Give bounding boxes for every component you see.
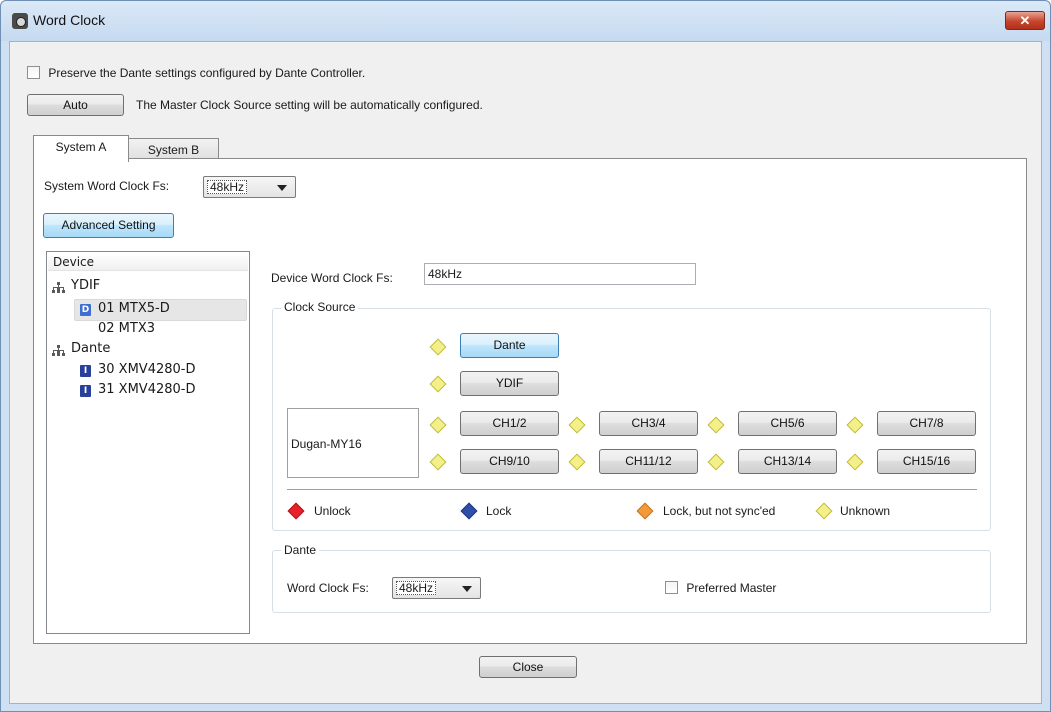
window-title: Word Clock: [33, 12, 106, 28]
ch11-12-button[interactable]: CH11/12: [599, 449, 698, 474]
device-icon: I: [80, 365, 91, 377]
tree-item-30-xmv4280-d[interactable]: 30 XMV4280-D: [98, 362, 195, 377]
auto-description: The Master Clock Source setting will be …: [136, 98, 483, 112]
preserve-dante-settings-label: Preserve the Dante settings configured b…: [48, 65, 366, 80]
chevron-down-icon: [277, 185, 287, 191]
tree-item-31-xmv4280-d[interactable]: 31 XMV4280-D: [98, 382, 195, 397]
device-word-clock-field: 48kHz: [424, 263, 696, 285]
checkbox-box[interactable]: [665, 581, 678, 595]
tree-item-01-mtx5-d[interactable]: 01 MTX5-D: [98, 301, 170, 316]
preserve-dante-settings-checkbox[interactable]: Preserve the Dante settings configured b…: [27, 65, 365, 80]
dante-group: [272, 550, 991, 613]
legend-divider: [287, 489, 977, 490]
ch7-8-button[interactable]: CH7/8: [877, 411, 976, 436]
system-word-clock-select[interactable]: 48kHz: [203, 176, 296, 198]
tree-item-02-mtx3[interactable]: 02 MTX3: [98, 321, 155, 336]
ch5-6-button[interactable]: CH5/6: [738, 411, 837, 436]
advanced-setting-button[interactable]: Advanced Setting: [43, 213, 174, 238]
preferred-master-label: Preferred Master: [686, 580, 777, 595]
slot-name-box: Dugan-MY16: [287, 408, 419, 478]
network-icon: [52, 345, 65, 357]
device-tree-header: Device: [48, 253, 248, 271]
dante-group-title: Dante: [281, 543, 320, 557]
ch15-16-button[interactable]: CH15/16: [877, 449, 976, 474]
dante-clock-button[interactable]: Dante: [460, 333, 559, 358]
device-icon: I: [80, 385, 91, 397]
ch3-4-button[interactable]: CH3/4: [599, 411, 698, 436]
ydif-clock-button[interactable]: YDIF: [460, 371, 559, 396]
system-word-clock-value: 48kHz: [207, 180, 248, 194]
window-close-button[interactable]: ✕: [1005, 11, 1045, 30]
ch13-14-button[interactable]: CH13/14: [738, 449, 837, 474]
system-a-panel: System Word Clock Fs: 48kHz Advanced Set…: [33, 158, 1027, 644]
system-word-clock-label: System Word Clock Fs:: [44, 179, 170, 193]
network-icon: [52, 282, 65, 294]
dante-word-clock-select[interactable]: 48kHz: [392, 577, 481, 599]
dante-device-icon: D: [80, 304, 91, 316]
checkbox-box[interactable]: [27, 66, 40, 80]
tree-group-ydif[interactable]: YDIF: [71, 278, 100, 293]
close-button[interactable]: Close: [479, 656, 577, 678]
slot-name-label: Dugan-MY16: [291, 437, 362, 451]
ch9-10-button[interactable]: CH9/10: [460, 449, 559, 474]
legend-unlock: Unlock: [314, 504, 351, 518]
preferred-master-checkbox[interactable]: Preferred Master: [665, 580, 776, 595]
tree-group-dante[interactable]: Dante: [71, 341, 110, 356]
dante-word-clock-label: Word Clock Fs:: [287, 581, 369, 595]
app-icon: [12, 13, 28, 29]
dante-word-clock-value: 48kHz: [396, 581, 437, 595]
word-clock-window: Word Clock ✕ Preserve the Dante settings…: [0, 0, 1051, 712]
tab-system-a[interactable]: System A: [33, 135, 129, 162]
legend-unknown: Unknown: [840, 504, 891, 518]
clock-source-title: Clock Source: [281, 300, 359, 314]
legend-lock: Lock: [486, 504, 512, 518]
device-word-clock-label: Device Word Clock Fs:: [271, 271, 393, 285]
auto-button[interactable]: Auto: [27, 94, 124, 116]
ch1-2-button[interactable]: CH1/2: [460, 411, 559, 436]
device-tree[interactable]: Device YDIF D 01 MTX5-D 02 MTX3 Dante I …: [46, 251, 250, 634]
legend-lock-not-synced: Lock, but not sync'ed: [663, 504, 776, 518]
title-bar: Word Clock ✕: [1, 1, 1050, 41]
chevron-down-icon: [462, 586, 472, 592]
